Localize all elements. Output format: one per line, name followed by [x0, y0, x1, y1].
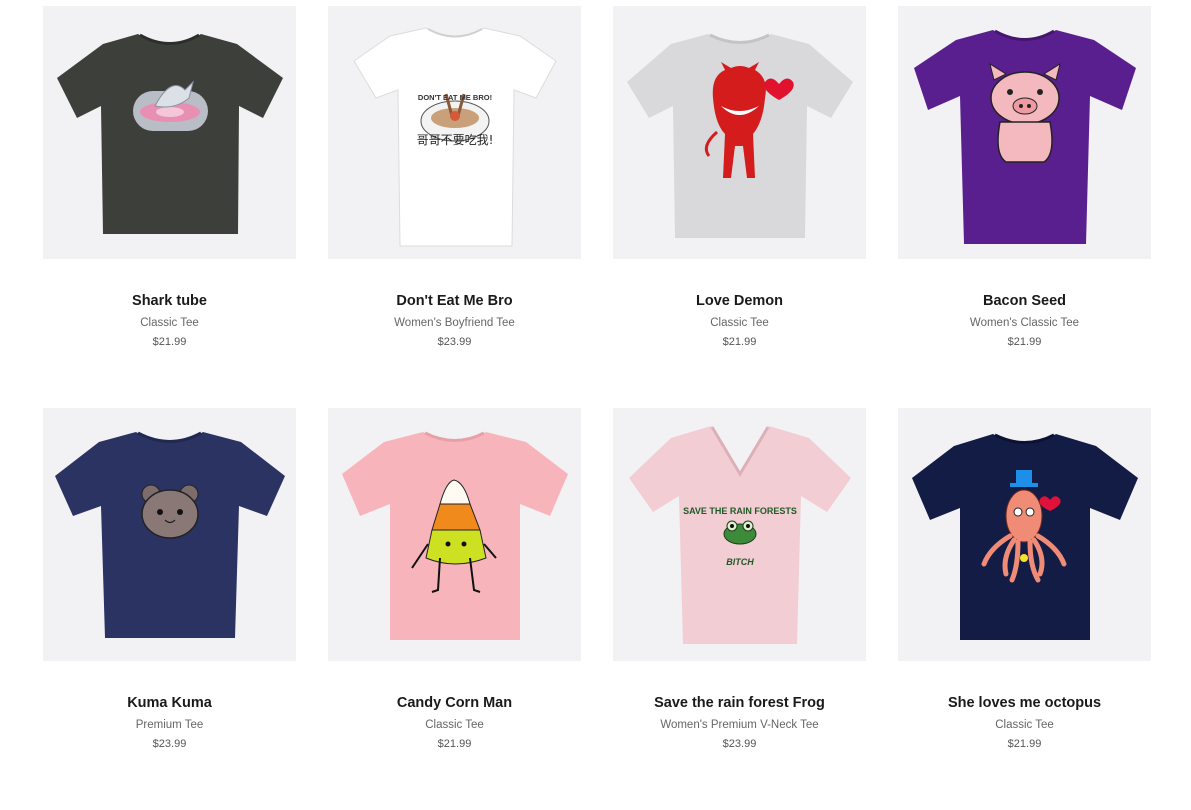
product-price: $23.99 [437, 336, 472, 348]
tshirt-image [627, 33, 853, 238]
product-image[interactable] [898, 6, 1151, 259]
product-type: Women's Classic Tee [969, 317, 1080, 329]
tshirt-image [914, 29, 1136, 244]
art-text-top: DON'T EAT ME BRO! [418, 93, 492, 102]
product-card-dont-eat-me-bro[interactable]: DON'T EAT ME BRO! 哥哥不要吃我! Don't Eat Me B… [328, 6, 581, 408]
product-image[interactable] [43, 6, 296, 259]
product-card-shark-tube[interactable]: Shark tube Classic Tee $21.99 [43, 6, 296, 408]
product-type: Classic Tee [425, 719, 484, 731]
product-type: Classic Tee [710, 317, 769, 329]
product-title[interactable]: Candy Corn Man [328, 695, 581, 711]
bear-face-icon [141, 484, 199, 539]
product-price: $23.99 [722, 738, 757, 750]
product-image[interactable]: SAVE THE RAIN FORESTS BITCH [613, 408, 866, 661]
product-price: $21.99 [1007, 738, 1042, 750]
tshirt-image [912, 433, 1138, 640]
tshirt-image [342, 431, 568, 640]
product-card-candy-corn-man[interactable]: Candy Corn Man Classic Tee $21.99 [328, 408, 581, 810]
product-title[interactable]: Don't Eat Me Bro [328, 293, 581, 309]
product-title[interactable]: Kuma Kuma [43, 695, 296, 711]
tshirt-image [57, 33, 283, 234]
art-text-top: SAVE THE RAIN FORESTS [683, 506, 797, 516]
product-type: Classic Tee [140, 317, 199, 329]
product-price: $21.99 [437, 738, 472, 750]
product-price: $21.99 [722, 336, 757, 348]
product-price: $21.99 [1007, 336, 1042, 348]
product-title[interactable]: Shark tube [43, 293, 296, 309]
product-price: $23.99 [152, 738, 187, 750]
product-type: Women's Boyfriend Tee [394, 317, 515, 329]
art-text-bottom: 哥哥不要吃我! [417, 133, 494, 147]
product-image[interactable] [898, 408, 1151, 661]
product-title[interactable]: Save the rain forest Frog [613, 695, 866, 711]
tshirt-image: DON'T EAT ME BRO! 哥哥不要吃我! [353, 27, 557, 247]
product-card-she-loves-me-octopus[interactable]: She loves me octopus Classic Tee $21.99 [898, 408, 1151, 810]
product-image[interactable] [43, 408, 296, 661]
tshirt-image: SAVE THE RAIN FORESTS BITCH [629, 426, 851, 644]
product-card-kuma-kuma[interactable]: Kuma Kuma Premium Tee $23.99 [43, 408, 296, 810]
product-title[interactable]: Bacon Seed [898, 293, 1151, 309]
product-image[interactable] [328, 408, 581, 661]
product-image[interactable]: DON'T EAT ME BRO! 哥哥不要吃我! [328, 6, 581, 259]
product-price: $21.99 [152, 336, 187, 348]
frog-icon [723, 520, 757, 545]
product-type: Classic Tee [995, 719, 1054, 731]
product-type: Premium Tee [135, 719, 204, 731]
art-text-bottom: BITCH [726, 557, 754, 567]
product-card-save-the-rain-forest-frog[interactable]: SAVE THE RAIN FORESTS BITCH Save the rai… [613, 408, 866, 810]
product-image[interactable] [613, 6, 866, 259]
product-grid: Shark tube Classic Tee $21.99 DON'T EAT … [43, 6, 1151, 810]
product-type: Women's Premium V-Neck Tee [660, 719, 819, 731]
product-card-bacon-seed[interactable]: Bacon Seed Women's Classic Tee $21.99 [898, 6, 1151, 408]
product-title[interactable]: She loves me octopus [898, 695, 1151, 711]
product-title[interactable]: Love Demon [613, 293, 866, 309]
product-card-love-demon[interactable]: Love Demon Classic Tee $21.99 [613, 6, 866, 408]
tshirt-image [55, 431, 285, 638]
